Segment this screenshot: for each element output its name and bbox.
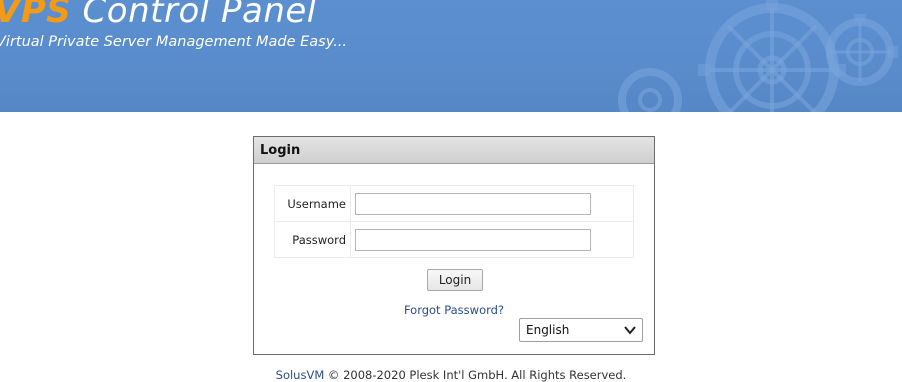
login-button[interactable]: Login xyxy=(427,269,483,291)
footer-copyright: SolusVM © 2008-2020 Plesk Int'l GmbH. Al… xyxy=(0,368,902,382)
header-banner: VPS Control Panel Virtual Private Server… xyxy=(0,0,902,112)
username-cell xyxy=(350,185,634,222)
footer-text: © 2008-2020 Plesk Int'l GmbH. All Rights… xyxy=(324,368,627,382)
username-label: Username xyxy=(274,185,351,222)
login-panel-title: Login xyxy=(254,137,654,164)
login-form: Username Password xyxy=(274,185,634,258)
forgot-password-link[interactable]: Forgot Password? xyxy=(254,303,654,317)
language-select[interactable]: English xyxy=(519,318,643,342)
gears-icon xyxy=(618,0,898,112)
chevron-down-icon xyxy=(624,326,636,335)
password-cell xyxy=(350,221,634,258)
password-row: Password xyxy=(274,221,634,258)
footer-brand-link[interactable]: SolusVM xyxy=(276,368,325,382)
app-title-rest: Control Panel xyxy=(71,0,317,31)
password-label: Password xyxy=(274,221,351,258)
username-input[interactable] xyxy=(355,192,591,215)
language-selected: English xyxy=(526,323,570,337)
app-title: VPS Control Panel xyxy=(0,0,317,31)
app-tagline: Virtual Private Server Management Made E… xyxy=(0,34,348,50)
app-title-accent: VPS xyxy=(0,0,72,31)
username-row: Username xyxy=(274,185,634,222)
login-panel: Login Username Password Login Forgot Pas… xyxy=(253,136,655,355)
password-input[interactable] xyxy=(355,228,591,251)
